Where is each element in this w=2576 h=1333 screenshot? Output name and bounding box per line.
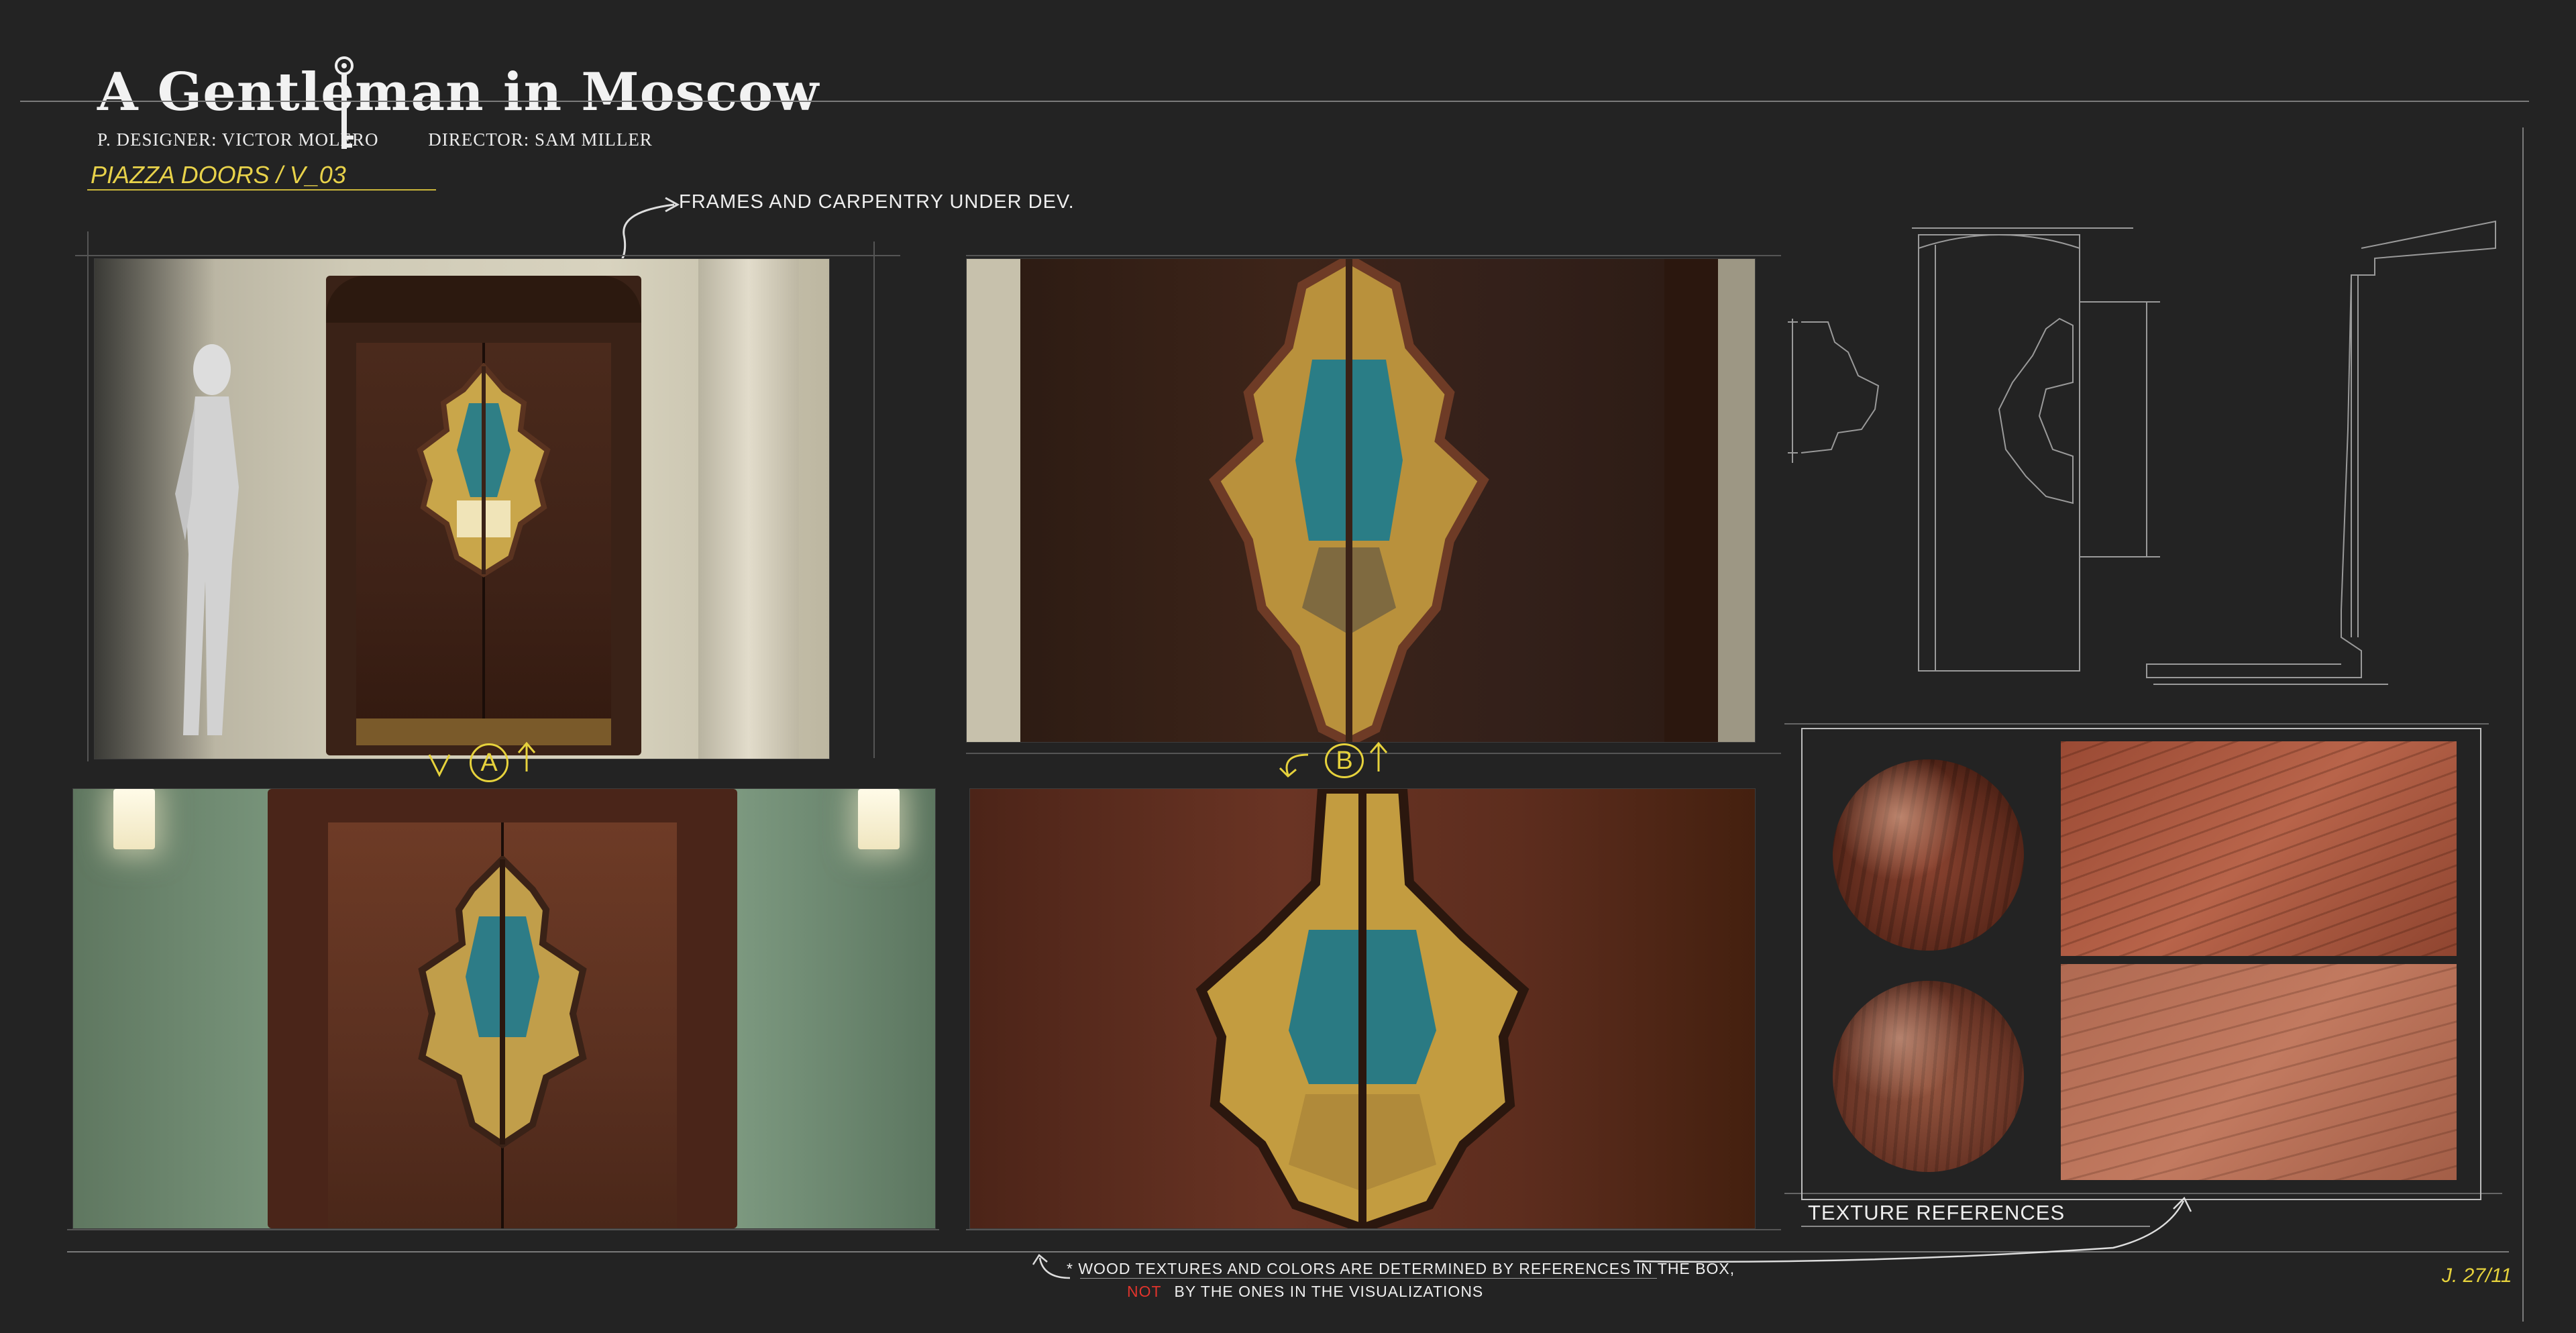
credits: P. DESIGNER: VICTOR MOLERO DIRECTOR: SAM… [97, 129, 670, 150]
stained-glass-panel-closeup [1195, 789, 1529, 1228]
carpentry-profile-drawings [1788, 220, 2496, 685]
wood-sample-sphere-2 [1833, 981, 2024, 1172]
director-credit: DIRECTOR: SAM MILLER [428, 129, 653, 150]
footnote-line-2: NOT BY THE ONES IN THE VISUALIZATIONS [1127, 1283, 1483, 1301]
wood-sample-plank-2 [2061, 964, 2457, 1180]
wall-sconce-left [113, 789, 155, 849]
render-panel-bottom-middle [969, 788, 1756, 1229]
stained-glass-panel [418, 856, 587, 1149]
signature: J. 27/11 [2442, 1265, 2512, 1287]
panel2-guide-top [966, 255, 1781, 256]
wall-sconce-right [858, 789, 900, 849]
render-panel-top-middle [966, 258, 1756, 743]
wood-sample-plank-1 [2061, 741, 2457, 956]
arrow-icon [1279, 753, 1309, 778]
mannequin-figure [175, 344, 239, 735]
texture-reference-box [1801, 728, 2481, 1200]
subtitle-underline [87, 189, 436, 191]
arrow-icon [428, 754, 451, 778]
footnote-not: NOT [1127, 1283, 1162, 1300]
arrow-icon [1633, 1196, 2192, 1263]
arrow-icon [517, 741, 536, 771]
top-frame-line [20, 101, 2529, 102]
arrow-icon [1369, 741, 1388, 771]
right-frame-line [2522, 127, 2524, 1322]
frames-note: FRAMES AND CARPENTRY UNDER DEV. [679, 191, 1075, 213]
stained-glass-panel-closeup [1209, 259, 1489, 742]
panel3-guide-bottom [67, 1229, 939, 1230]
render-panel-top-left [94, 258, 830, 759]
designer-credit: P. DESIGNER: VICTOR MOLERO [97, 129, 379, 150]
option-b-label: B [1325, 743, 1364, 778]
footnote-underline [1080, 1278, 1657, 1279]
stained-glass-panel [417, 363, 551, 578]
option-a-label: A [470, 743, 508, 782]
wood-sample-sphere-1 [1833, 759, 2024, 951]
page-title: A Gentleman in Moscow [97, 62, 820, 123]
render-panel-bottom-left [72, 788, 936, 1229]
texture-guide-top [1784, 723, 2489, 725]
sheet-subtitle: PIAZZA DOORS / V_03 [91, 161, 346, 189]
panel1-guide-left [87, 231, 89, 761]
footnote-line-1: * WOOD TEXTURES AND COLORS ARE DETERMINE… [1067, 1260, 1735, 1277]
panel1-guide-top [75, 255, 900, 256]
panel1-guide-right [873, 242, 875, 758]
footnote-rest: BY THE ONES IN THE VISUALIZATIONS [1174, 1283, 1484, 1300]
